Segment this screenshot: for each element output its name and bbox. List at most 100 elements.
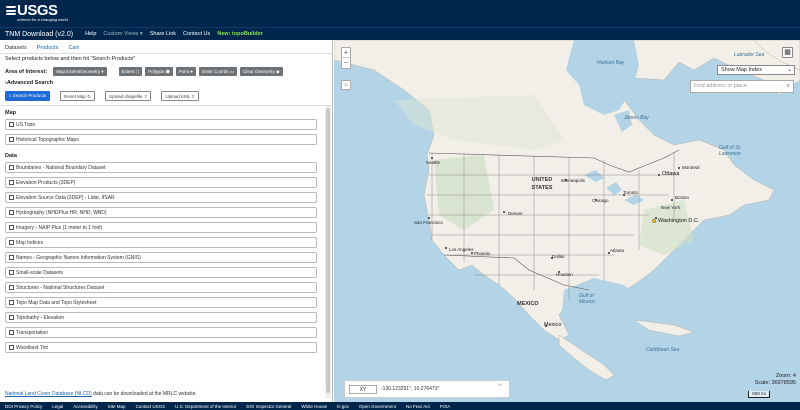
- list-item[interactable]: Names - Geographic Names Information Sys…: [5, 252, 317, 263]
- basemap[interactable]: [334, 40, 800, 402]
- checkbox[interactable]: [9, 225, 14, 230]
- list-item-label: Woodland Tint: [16, 344, 48, 351]
- usgs-logo[interactable]: USGS science for a changing world: [5, 3, 68, 22]
- checkbox[interactable]: [9, 195, 14, 200]
- footer-link[interactable]: E-gov: [337, 404, 349, 409]
- polygon-button[interactable]: Polygon ⬟: [145, 67, 173, 76]
- nav-custom-views[interactable]: Custom Views ▾: [103, 31, 142, 37]
- scrollbar-thumb[interactable]: [326, 108, 330, 393]
- tab-divider: [0, 53, 333, 54]
- app-title: TNM Download (v2.0): [5, 30, 74, 38]
- checkbox[interactable]: [9, 255, 14, 260]
- nav-help[interactable]: Help: [85, 31, 96, 37]
- list-item[interactable]: Historical Topographic Maps: [5, 134, 317, 145]
- list-item[interactable]: US Topo: [5, 119, 317, 130]
- footer-link[interactable]: Legal: [52, 404, 63, 409]
- zoom-level: Zoom: 4: [775, 373, 796, 379]
- reset-map-label: Reset Map: [64, 94, 86, 99]
- upload-shapefile-button[interactable]: Upload shapefile ⇧: [104, 91, 152, 101]
- checkbox[interactable]: [9, 330, 14, 335]
- list-scrollbar[interactable]: [325, 106, 331, 398]
- map-search-input[interactable]: Find address or place ⌕: [690, 80, 794, 93]
- checkbox[interactable]: [9, 137, 14, 142]
- upload-kml-button[interactable]: Upload KML ⇧: [161, 91, 200, 101]
- footer-link[interactable]: FOIA: [440, 404, 451, 409]
- label-boston: Boston: [675, 195, 690, 200]
- footer-link[interactable]: Contact USGS: [136, 404, 166, 409]
- search-products-button[interactable]: ⌕ Search Products: [5, 91, 51, 101]
- list-item[interactable]: Topo Map Data and Topo Stylesheet: [5, 297, 317, 308]
- list-item[interactable]: Elevation Products (3DEP): [5, 177, 317, 188]
- extent-button[interactable]: Extent ◻: [118, 67, 143, 76]
- label-washington-dc: Washington D.C.: [658, 218, 700, 224]
- label-houston: Houston: [556, 272, 573, 277]
- footer-link[interactable]: DOI Privacy Policy: [5, 404, 42, 409]
- footer-link[interactable]: Accessibility: [73, 404, 98, 409]
- nav-share-link[interactable]: Share Link: [150, 31, 176, 37]
- nlcd-link[interactable]: National Land Cover Database (NLCD): [5, 391, 92, 397]
- list-item[interactable]: Hydrography (NHDPlus HR, NHD, WBD): [5, 207, 317, 218]
- nav-contact-us[interactable]: Contact Us: [183, 31, 210, 37]
- list-item-label: Transportation: [16, 329, 49, 336]
- site-footer: DOI Privacy Policy Legal Accessibility S…: [0, 402, 800, 410]
- search-icon[interactable]: ⌕: [787, 81, 790, 92]
- tab-datasets[interactable]: Datasets: [0, 43, 32, 53]
- zoom-in-button[interactable]: +: [342, 48, 350, 58]
- tab-products[interactable]: Products: [32, 43, 64, 53]
- chevron-up-icon[interactable]: ^: [498, 384, 501, 390]
- zoom-info: Zoom: 4 Scale: 36978595: [755, 373, 796, 387]
- label-atlanta: Atlanta: [610, 248, 625, 253]
- label-toronto: Toronto: [623, 190, 639, 195]
- footer-link[interactable]: DOI Inspector General: [246, 404, 291, 409]
- checkbox[interactable]: [9, 210, 14, 215]
- checkbox[interactable]: [9, 122, 14, 127]
- home-button[interactable]: ⌂: [341, 80, 351, 90]
- checkbox[interactable]: [9, 315, 14, 320]
- polygon-icon: ⬟: [165, 69, 170, 74]
- checkbox[interactable]: [9, 285, 14, 290]
- coordinate-readout: -130.123291°, 10.276473°: [381, 386, 440, 392]
- zoom-out-button[interactable]: −: [342, 58, 350, 68]
- list-item-label: Small-scale Datasets: [16, 269, 63, 276]
- nav-topobuilder[interactable]: New: topoBuilder: [217, 31, 263, 37]
- footer-link[interactable]: No Fear Act: [406, 404, 430, 409]
- footer-link[interactable]: Open Government: [359, 404, 396, 409]
- list-item[interactable]: Structures - National Structures Dataset: [5, 282, 317, 293]
- map-view[interactable]: Labrador Sea Hudson Bay James Bay Gulf o…: [334, 40, 800, 402]
- footer-link[interactable]: Site Map: [108, 404, 126, 409]
- basemap-gallery-button[interactable]: ▦: [782, 47, 793, 58]
- reset-map-button[interactable]: Reset Map ↻: [60, 91, 95, 101]
- footer-link[interactable]: U.S. Department of the Interior: [175, 404, 236, 409]
- zoom-control: + −: [341, 47, 351, 69]
- checkbox[interactable]: [9, 240, 14, 245]
- map-extent-dropdown[interactable]: Map Extent/Geometry ▾: [53, 67, 107, 76]
- label-ottawa: Ottawa: [662, 171, 680, 177]
- list-item[interactable]: Small-scale Datasets: [5, 267, 317, 278]
- coordinate-panel: XY -130.123291°, 10.276473° ^: [344, 380, 510, 398]
- list-item[interactable]: Topobathy - Elevation: [5, 312, 317, 323]
- tab-cart[interactable]: Cart: [63, 43, 83, 53]
- checkbox[interactable]: [9, 300, 14, 305]
- list-item[interactable]: Imagery - NAIP Plus (1 meter to 1 foot): [5, 222, 317, 233]
- checkbox[interactable]: [9, 180, 14, 185]
- map-index-select[interactable]: Show Map Index ⌄: [717, 65, 795, 75]
- list-item[interactable]: Elevation Source Data (3DEP) - Lidar, If…: [5, 192, 317, 203]
- list-item[interactable]: Map Indices: [5, 237, 317, 248]
- footer-link[interactable]: White House: [301, 404, 327, 409]
- list-item[interactable]: Woodland Tint: [5, 342, 317, 353]
- point-button[interactable]: Point ●: [175, 67, 196, 76]
- upload-shapefile-label: Upload shapefile: [108, 94, 143, 99]
- checkbox[interactable]: [9, 270, 14, 275]
- nlcd-footnote: National Land Cover Database (NLCD) data…: [5, 391, 197, 397]
- clear-geometry-button[interactable]: Clear Geometry ◆: [240, 67, 283, 76]
- label-mexico: MEXICO: [517, 301, 539, 307]
- list-item[interactable]: Boundaries - National Boundary Dataset: [5, 162, 317, 173]
- area-of-interest-row: Area of Interest: Map Extent/Geometry ▾ …: [5, 67, 286, 76]
- list-item[interactable]: Transportation: [5, 327, 317, 338]
- advanced-search-toggle[interactable]: ›Advanced Search: [5, 80, 53, 86]
- enter-coords-button[interactable]: Enter Coords ▭: [198, 67, 238, 76]
- coordinate-format-button[interactable]: XY: [349, 385, 377, 394]
- capital-marker: [652, 218, 657, 223]
- checkbox[interactable]: [9, 345, 14, 350]
- checkbox[interactable]: [9, 165, 14, 170]
